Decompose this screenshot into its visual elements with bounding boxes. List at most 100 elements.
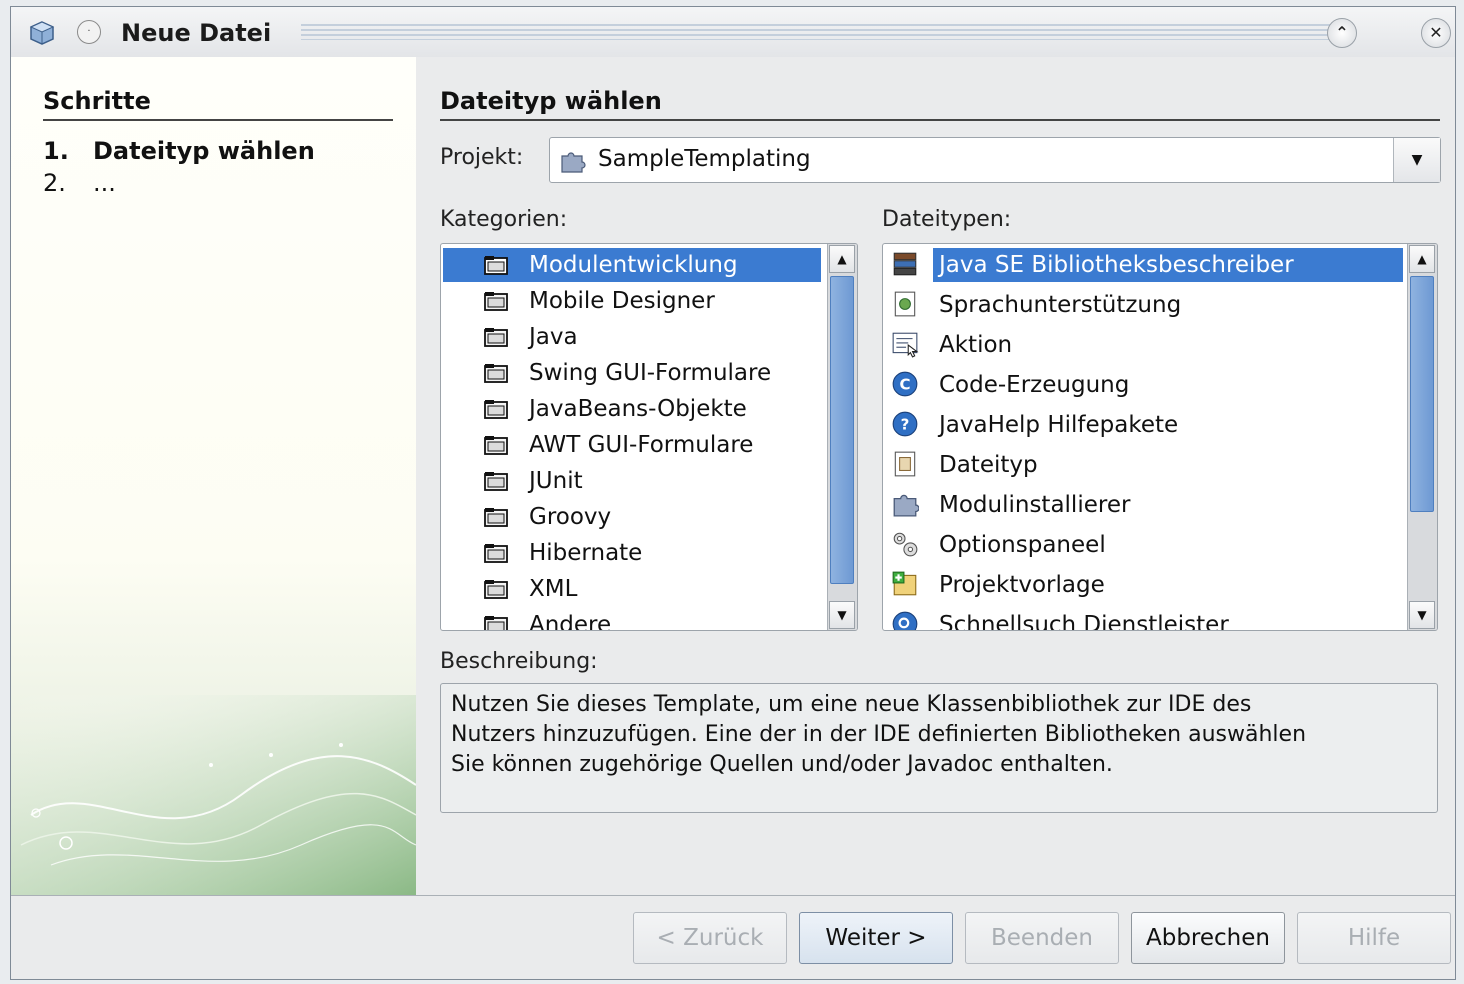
categories-scrollbar[interactable]: ▲ ▼ [827, 244, 857, 630]
close-button[interactable]: ✕ [1421, 18, 1451, 48]
puzzle-icon [561, 152, 586, 173]
step-number: 2. [43, 169, 66, 197]
filetype-item[interactable]: Sprachunterstützung [883, 288, 1403, 322]
title-bar-decoration [301, 24, 1335, 40]
category-label: JUnit [529, 468, 583, 494]
finish-button[interactable]: Beenden [965, 912, 1119, 964]
category-item[interactable]: Modulentwicklung [441, 248, 821, 282]
filetype-label: Dateityp [939, 452, 1038, 478]
decorative-swirl-graphic [11, 695, 416, 895]
filetype-label: Projektvorlage [939, 572, 1105, 598]
chevron-up-icon: ⌃ [1335, 23, 1349, 42]
category-item[interactable]: Mobile Designer [441, 284, 821, 318]
filetype-label: Schnellsuch Dienstleister [939, 612, 1229, 631]
folder-icon [484, 580, 508, 599]
filetype-item[interactable]: Optionspaneel [883, 528, 1403, 562]
filetypes-label: Dateitypen: [882, 207, 1012, 232]
category-label: Groovy [529, 504, 612, 530]
scroll-down-button[interactable]: ▼ [829, 601, 855, 629]
description-line: Sie können zugehörige Quellen und/oder J… [451, 752, 1113, 777]
cancel-button[interactable]: Abbrechen [1131, 912, 1285, 964]
description-line: Nutzers hinzuzufügen. Eine der in der ID… [451, 722, 1307, 747]
filetype-item[interactable]: Modulinstallierer [883, 488, 1403, 522]
file-type-icon [894, 451, 916, 477]
title-bar: · Neue Datei ⌃ ✕ [11, 7, 1455, 57]
description-box: Nutzen Sie dieses Template, um eine neue… [440, 683, 1438, 813]
category-label: AWT GUI-Formulare [529, 432, 754, 458]
svg-text:?: ? [901, 415, 910, 433]
window-title: Neue Datei [121, 19, 272, 47]
main-panel: Dateityp wählen Projekt: SampleTemplatin… [416, 57, 1455, 895]
folder-icon [484, 364, 508, 383]
chevron-down-icon[interactable]: ▼ [1393, 138, 1440, 182]
back-button[interactable]: < Zurück [633, 912, 787, 964]
new-file-dialog: · Neue Datei ⌃ ✕ Schritte 1. Dateityp wäh… [10, 6, 1456, 980]
category-label: Swing GUI-Formulare [529, 360, 772, 386]
step-label: ... [93, 169, 116, 197]
category-label: Mobile Designer [529, 288, 715, 314]
category-item[interactable]: Java [441, 320, 821, 354]
category-item[interactable]: Swing GUI-Formulare [441, 356, 821, 390]
project-combobox[interactable]: SampleTemplating ▼ [549, 137, 1441, 183]
filetype-label: Modulinstallierer [939, 492, 1131, 518]
category-item[interactable]: Hibernate [441, 536, 821, 570]
folder-icon [484, 472, 508, 491]
category-label: Modulentwicklung [529, 252, 738, 278]
filetype-label: JavaHelp Hilfepakete [939, 412, 1179, 438]
help-icon: ? [892, 411, 918, 437]
project-value: SampleTemplating [598, 146, 811, 172]
category-item[interactable]: Andere [441, 608, 821, 630]
scroll-down-button[interactable]: ▼ [1409, 601, 1435, 629]
scroll-thumb[interactable] [830, 276, 854, 584]
scroll-up-button[interactable]: ▲ [1409, 245, 1435, 273]
code-generator-icon: C [892, 371, 918, 397]
language-file-icon [894, 291, 916, 317]
project-label: Projekt: [440, 145, 524, 170]
category-item[interactable]: AWT GUI-Formulare [441, 428, 821, 462]
filetypes-scrollbar[interactable]: ▲ ▼ [1407, 244, 1437, 630]
project-template-icon [892, 571, 917, 596]
window-menu-button[interactable]: · [77, 20, 101, 44]
filetype-item[interactable]: Schnellsuch Dienstleister [883, 608, 1403, 631]
category-item[interactable]: JUnit [441, 464, 821, 498]
filetype-item[interactable]: Java SE Bibliotheksbeschreiber [883, 248, 1403, 282]
filetype-label: Optionspaneel [939, 532, 1106, 558]
category-label: JavaBeans-Objekte [529, 396, 747, 422]
folder-icon [484, 328, 508, 347]
description-label: Beschreibung: [440, 649, 598, 674]
steps-heading: Schritte [43, 87, 393, 121]
category-item[interactable]: JavaBeans-Objekte [441, 392, 821, 426]
close-icon: ✕ [1429, 23, 1443, 42]
category-item[interactable]: XML [441, 572, 821, 606]
page-title: Dateityp wählen [440, 87, 1440, 121]
categories-label: Kategorien: [440, 207, 568, 232]
filetype-item[interactable]: Dateityp [883, 448, 1403, 482]
action-icon [892, 332, 919, 358]
category-label: Java [529, 324, 578, 350]
filetype-label: Java SE Bibliotheksbeschreiber [939, 252, 1294, 278]
step-2: 2.... [43, 169, 116, 197]
categories-list[interactable]: Modulentwicklung Mobile Designer Java Swing… [440, 243, 858, 631]
folder-icon [484, 436, 508, 455]
button-bar: < Zurück Weiter > Beenden Abbrechen Hilf… [11, 895, 1455, 979]
svg-text:C: C [899, 375, 910, 393]
filetype-item[interactable]: ? JavaHelp Hilfepakete [883, 408, 1403, 442]
folder-icon [484, 544, 508, 563]
folder-icon [484, 508, 508, 527]
help-button[interactable]: Hilfe [1297, 912, 1451, 964]
filetype-item[interactable]: Aktion [883, 328, 1403, 362]
filetypes-list[interactable]: Java SE Bibliotheksbeschreiber Sprachunte… [882, 243, 1438, 631]
steps-panel: Schritte 1. Dateityp wählen 2.... [11, 57, 416, 895]
app-cube-icon[interactable] [29, 20, 55, 46]
books-icon [893, 252, 917, 276]
category-item[interactable]: Groovy [441, 500, 821, 534]
filetype-label: Code-Erzeugung [939, 372, 1130, 398]
step-number: 1. [43, 137, 69, 165]
scroll-up-button[interactable]: ▲ [829, 245, 855, 273]
next-button[interactable]: Weiter > [799, 912, 953, 964]
scroll-thumb[interactable] [1410, 276, 1434, 512]
filetype-item[interactable]: C Code-Erzeugung [883, 368, 1403, 402]
minimize-button[interactable]: ⌃ [1327, 18, 1357, 48]
filetype-item[interactable]: Projektvorlage [883, 568, 1403, 602]
description-line: Nutzen Sie dieses Template, um eine neue… [451, 692, 1252, 717]
